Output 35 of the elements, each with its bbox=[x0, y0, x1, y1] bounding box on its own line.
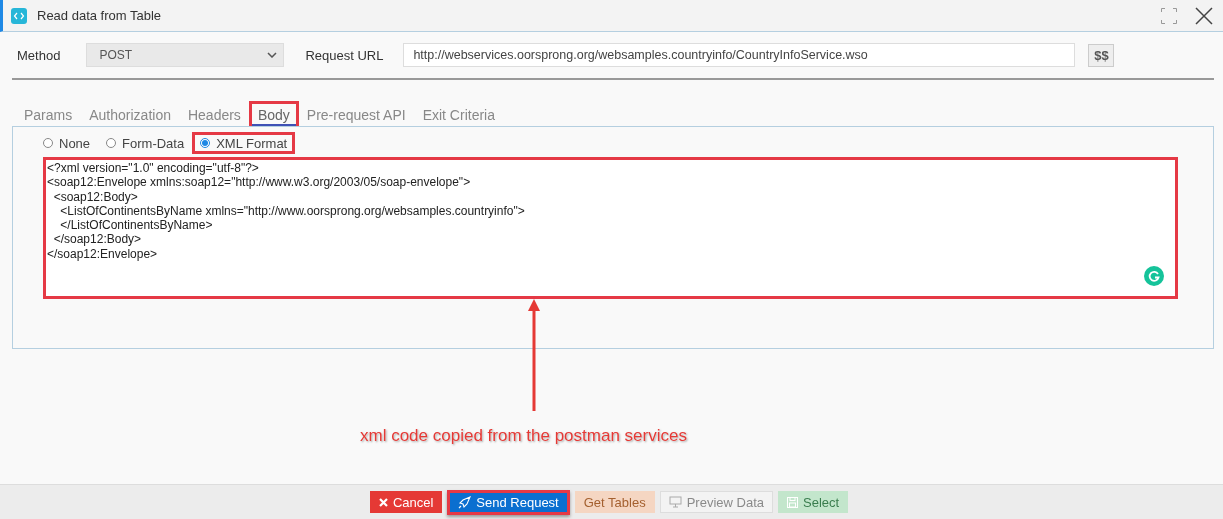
action-button[interactable]: Send Request bbox=[447, 489, 570, 515]
chevron-icon bbox=[267, 52, 278, 58]
refresh-icon[interactable] bbox=[1144, 266, 1164, 286]
radio-option[interactable]: Form-Data bbox=[98, 132, 193, 154]
radio-icon[interactable] bbox=[43, 138, 53, 148]
method-label: Method bbox=[17, 47, 61, 63]
tab[interactable]: Authorization bbox=[80, 101, 180, 126]
radio-icon[interactable] bbox=[106, 138, 117, 148]
radio-label: Form-Data bbox=[122, 135, 185, 151]
xml-editor[interactable] bbox=[43, 157, 1178, 299]
monitor-icon bbox=[668, 496, 682, 508]
close-icon bbox=[378, 497, 388, 507]
radio-label: XML Format bbox=[216, 135, 288, 151]
rocket-icon bbox=[458, 495, 472, 509]
variables-button[interactable]: $$ bbox=[1088, 43, 1115, 67]
action-button[interactable]: Cancel bbox=[369, 491, 443, 513]
close-icon[interactable] bbox=[1195, 6, 1213, 25]
tab[interactable]: Body bbox=[248, 101, 299, 126]
tab[interactable]: Pre-request API bbox=[297, 101, 415, 126]
radio-option[interactable]: None bbox=[35, 132, 99, 154]
url-field[interactable]: http://webservices.oorsprong.org/websamples.countryinfo/CountryInfoService.wso bbox=[403, 43, 1076, 67]
window-title: Read data from Table bbox=[37, 8, 163, 23]
request-url-label: Request URL bbox=[305, 47, 384, 63]
xml-code: <?xml version="1.0" encoding="utf-8"?> <soap12:Envelope xmlns:soap12="http://www.w3.org/2003/05/soap-envelope"> <soap12:Body> <ListOfContinentsByName xmlns="http://www.oorsprong.org/websamples.countryinfo"> </ListOfContinentsByName> </soap12:Body> </soap12:Envelope> bbox=[47, 161, 526, 262]
radio-label: None bbox=[59, 135, 91, 151]
tab[interactable]: Params bbox=[15, 101, 82, 126]
maximize-icon[interactable] bbox=[1161, 7, 1177, 24]
code-icon bbox=[11, 7, 27, 24]
radio-icon[interactable] bbox=[200, 138, 211, 148]
tab[interactable]: Exit Criteria bbox=[413, 101, 504, 126]
annotation-text: xml code copied from the postman services bbox=[360, 426, 687, 446]
tab[interactable]: Headers bbox=[178, 101, 250, 126]
method-dropdown[interactable]: POST bbox=[86, 43, 285, 67]
save-icon bbox=[787, 496, 798, 508]
radio-option[interactable]: XML Format bbox=[192, 132, 296, 154]
